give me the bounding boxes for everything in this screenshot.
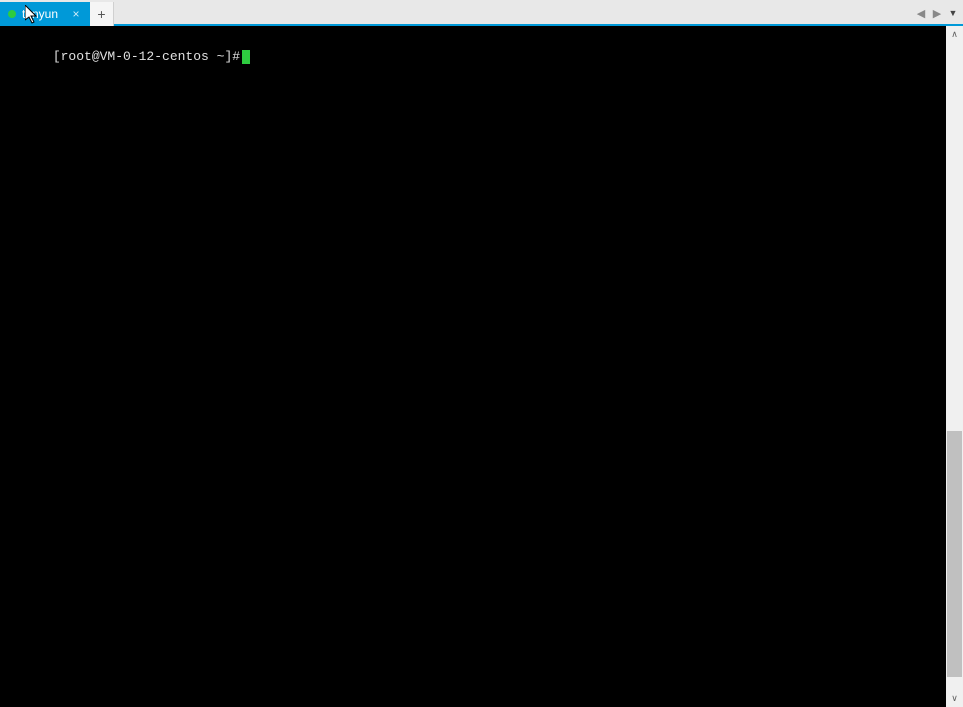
tab-bar: tenyun × + ◀ ▶ ▼ bbox=[0, 0, 963, 26]
new-tab-button[interactable]: + bbox=[90, 2, 114, 26]
prev-tab-button[interactable]: ◀ bbox=[915, 7, 927, 20]
terminal-view[interactable]: [root@VM-0-12-centos ~]# bbox=[0, 26, 946, 707]
vertical-scrollbar[interactable]: ∧ ∨ bbox=[946, 26, 963, 707]
tab-nav-controls: ◀ ▶ ▼ bbox=[915, 0, 959, 26]
scroll-thumb[interactable] bbox=[947, 431, 962, 677]
prompt-text: [root@VM-0-12-centos ~]# bbox=[53, 49, 240, 64]
connection-status-icon bbox=[8, 10, 16, 18]
scroll-up-button[interactable]: ∧ bbox=[946, 26, 963, 43]
main-area: [root@VM-0-12-centos ~]# ∧ ∨ bbox=[0, 26, 963, 707]
next-tab-button[interactable]: ▶ bbox=[931, 7, 943, 20]
scroll-track[interactable] bbox=[946, 43, 963, 690]
tab-session-1[interactable]: tenyun × bbox=[0, 2, 90, 26]
tab-list-dropdown[interactable]: ▼ bbox=[947, 8, 959, 18]
terminal-cursor bbox=[242, 50, 250, 64]
close-tab-button[interactable]: × bbox=[70, 7, 82, 21]
scroll-down-button[interactable]: ∨ bbox=[946, 690, 963, 707]
terminal-prompt-line: [root@VM-0-12-centos ~]# bbox=[6, 30, 940, 84]
tab-label: tenyun bbox=[22, 7, 64, 21]
